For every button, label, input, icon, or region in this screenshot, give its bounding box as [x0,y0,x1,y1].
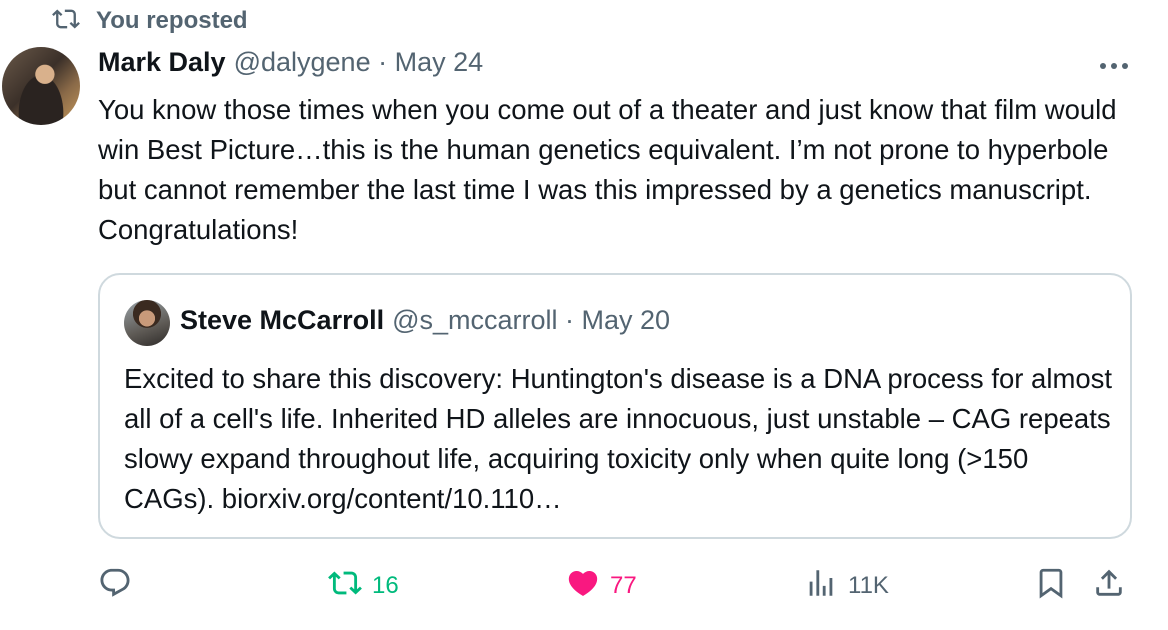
author-name[interactable]: Mark Daly [98,47,226,78]
views-count: 11K [848,572,889,599]
quoted-author-meta: @s_mccarroll · May 20 [392,305,671,335]
like-count: 77 [610,572,637,599]
like-button[interactable]: 77 [566,562,637,610]
avatar[interactable] [2,47,80,125]
quoted-post[interactable]: Steve McCarroll @s_mccarroll · May 20 Ex… [98,273,1132,539]
reply-icon [98,566,132,607]
repost-icon [52,5,80,38]
share-icon [1092,566,1126,607]
retweet-button[interactable]: 16 [328,562,399,610]
repost-label: You reposted [96,7,248,34]
heart-icon [566,566,600,607]
post-header: Mark Daly @dalygene · May 24 [98,47,483,85]
quoted-author-name: Steve McCarroll [180,305,385,335]
reply-button[interactable] [98,562,132,610]
share-button[interactable] [1092,562,1126,610]
action-bar: 16 77 11K [98,562,1138,610]
quoted-avatar [124,300,170,346]
views-icon [804,566,838,607]
retweet-count: 16 [372,572,399,599]
author-meta[interactable]: @dalygene · May 24 [234,47,484,78]
quoted-header: Steve McCarroll @s_mccarroll · May 20 [180,305,670,343]
bookmark-icon [1034,566,1068,607]
retweet-icon [328,566,362,607]
views-button[interactable]: 11K [804,562,889,610]
bookmark-button[interactable] [1034,562,1068,610]
quoted-text: Excited to share this discovery: Hunting… [124,363,1113,514]
more-icon[interactable] [1097,54,1131,78]
post-text: You know those times when you come out o… [98,94,1117,245]
repost-indicator[interactable]: You reposted [52,4,248,38]
